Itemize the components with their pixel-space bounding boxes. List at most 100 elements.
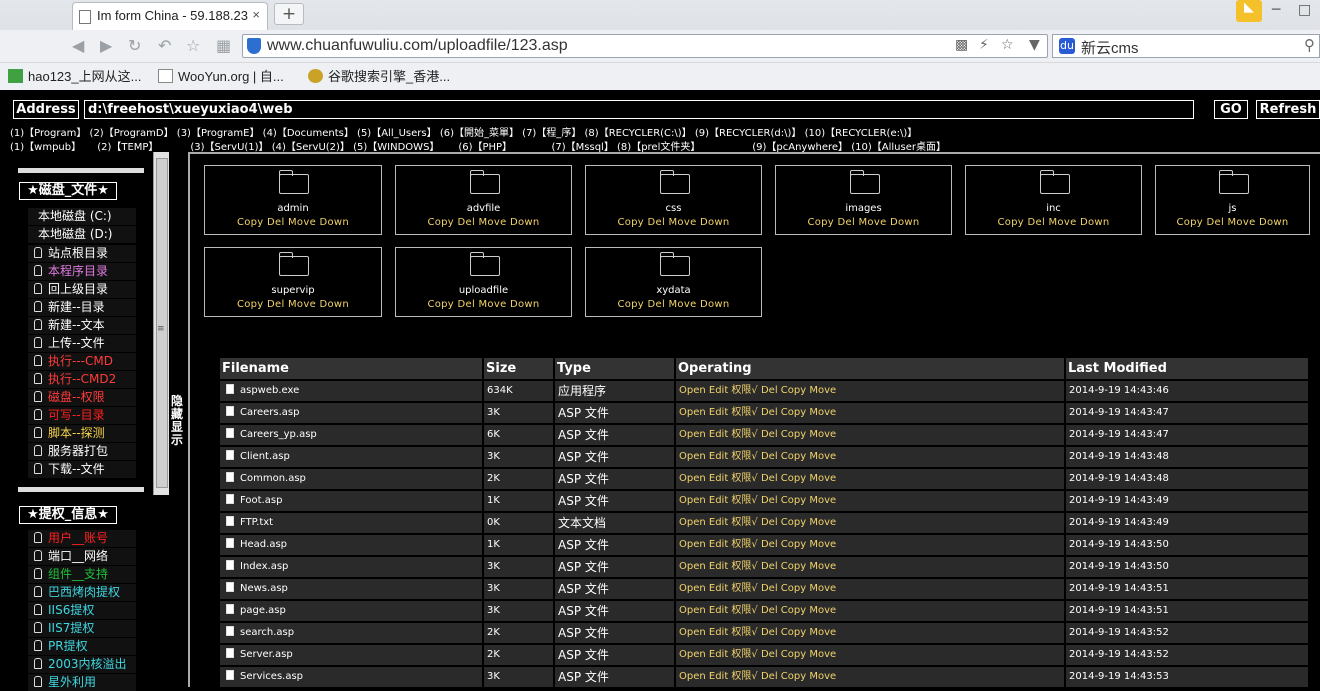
filename[interactable]: Client.asp xyxy=(240,451,290,462)
sidebar-item[interactable]: 新建--文本 xyxy=(28,317,136,334)
operations-cell[interactable]: Open Edit 权限√ Del Copy Move xyxy=(676,557,1064,577)
sidebar-item[interactable]: 用户__账号 xyxy=(28,530,136,547)
folder-tile[interactable]: css Copy Del Move Down xyxy=(585,165,762,235)
sidebar-item[interactable]: 执行---CMD xyxy=(28,353,136,370)
quick-link[interactable]: (4)【Documents】 xyxy=(263,124,354,139)
bookmark-wooyun[interactable]: WooYun.org | 自... xyxy=(158,66,284,85)
bookmark-hao123[interactable]: hao123_上网从这... xyxy=(8,66,141,85)
operations-cell[interactable]: Open Edit 权限√ Del Copy Move xyxy=(676,623,1064,643)
filename-cell[interactable]: page.asp xyxy=(220,601,482,621)
folder-name[interactable]: admin xyxy=(205,203,381,214)
folder-name[interactable]: xydata xyxy=(586,285,761,296)
quick-link[interactable]: (9)【pcAnywhere】 xyxy=(752,138,848,153)
quick-link[interactable]: (8)【prel文件夹】 xyxy=(617,138,749,153)
sidebar-item[interactable]: 巴西烤肉提权 xyxy=(28,584,136,601)
sidebar-item[interactable]: 回上级目录 xyxy=(28,281,136,298)
refresh-button[interactable]: Refresh xyxy=(1256,100,1320,119)
filename-cell[interactable]: News.asp xyxy=(220,579,482,599)
quick-link[interactable]: (1)【Program】 xyxy=(10,124,86,139)
filename[interactable]: FTP.txt xyxy=(240,517,273,528)
qr-icon[interactable]: ▩ xyxy=(955,37,968,53)
undo-icon[interactable]: ↶ xyxy=(158,36,171,55)
folder-tile[interactable]: supervip Copy Del Move Down xyxy=(204,247,382,317)
maximize-icon[interactable]: □ xyxy=(1298,2,1311,18)
operations-cell[interactable]: Open Edit 权限√ Del Copy Move xyxy=(676,513,1064,533)
operations-cell[interactable]: Open Edit 权限√ Del Copy Move xyxy=(676,447,1064,467)
folder-name[interactable]: js xyxy=(1156,203,1309,214)
operations-cell[interactable]: Open Edit 权限√ Del Copy Move xyxy=(676,535,1064,555)
operations-cell[interactable]: Open Edit 权限√ Del Copy Move xyxy=(676,403,1064,423)
quick-link[interactable]: (8)【RECYCLER(C:\)】 xyxy=(585,124,692,139)
quick-link[interactable]: (4)【ServU(2)】 xyxy=(272,138,350,153)
filename[interactable]: News.asp xyxy=(240,583,288,594)
filename[interactable]: search.asp xyxy=(240,627,294,638)
quick-link[interactable]: (7)【程_序】 xyxy=(522,124,581,139)
filename[interactable]: aspweb.exe xyxy=(240,385,299,396)
sidebar-item[interactable]: IIS7提权 xyxy=(28,620,136,637)
disk-c-link[interactable]: 本地磁盘 (C:) xyxy=(28,208,136,225)
address-bar[interactable]: www.chuanfuwuliu.com/uploadfile/123.asp … xyxy=(242,34,1048,58)
folder-actions[interactable]: Copy Del Move Down xyxy=(396,299,571,310)
search-box[interactable]: du 新云cms ⚲ xyxy=(1052,34,1320,58)
go-button[interactable]: GO xyxy=(1214,100,1248,119)
folder-tile[interactable]: uploadfile Copy Del Move Down xyxy=(395,247,572,317)
tab-close-icon[interactable]: × xyxy=(252,7,260,22)
hide-show-toggle[interactable]: 隐藏 显示 xyxy=(169,395,185,447)
url-text[interactable]: www.chuanfuwuliu.com/uploadfile/123.asp xyxy=(267,37,568,55)
filename[interactable]: Careers_yp.asp xyxy=(240,429,317,440)
sidebar-item[interactable]: 2003内核溢出 xyxy=(28,656,136,673)
quick-link[interactable]: (3)【ProgramE】 xyxy=(177,124,260,139)
operations-cell[interactable]: Open Edit 权限√ Del Copy Move xyxy=(676,667,1064,687)
folder-actions[interactable]: Copy Del Move Down xyxy=(396,217,571,228)
filename[interactable]: Index.asp xyxy=(240,561,288,572)
folder-name[interactable]: uploadfile xyxy=(396,285,571,296)
disk-d-link[interactable]: 本地磁盘 (D:) xyxy=(28,226,136,243)
sidebar-item[interactable]: 星外利用 xyxy=(28,674,136,691)
folder-tile[interactable]: admin Copy Del Move Down xyxy=(204,165,382,235)
folder-tile[interactable]: advfile Copy Del Move Down xyxy=(395,165,572,235)
quick-link[interactable]: (3)【ServU(1)】 xyxy=(190,138,268,153)
minimize-icon[interactable]: ─ xyxy=(1272,2,1280,18)
sidebar-item[interactable]: 执行--CMD2 xyxy=(28,371,136,388)
filename-cell[interactable]: Index.asp xyxy=(220,557,482,577)
quick-link[interactable]: (6)【PHP】 xyxy=(458,138,548,153)
lightning-icon[interactable]: ⚡ xyxy=(979,37,989,53)
sidebar-item[interactable]: 脚本--探测 xyxy=(28,425,136,442)
folder-name[interactable]: advfile xyxy=(396,203,571,214)
quick-link[interactable]: (6)【開始_菜單】 xyxy=(440,124,519,139)
folder-actions[interactable]: Copy Del Move Down xyxy=(586,217,761,228)
quick-link[interactable]: (2)【TEMP】 xyxy=(97,138,187,153)
folder-name[interactable]: css xyxy=(586,203,761,214)
filename[interactable]: Head.asp xyxy=(240,539,287,550)
sidebar-item[interactable]: 端口__网络 xyxy=(28,548,136,565)
filename[interactable]: Common.asp xyxy=(240,473,306,484)
quick-link[interactable]: (10)【RECYCLER(e:\)】 xyxy=(805,124,918,139)
operations-cell[interactable]: Open Edit 权限√ Del Copy Move xyxy=(676,381,1064,401)
skin-icon[interactable]: ◣ xyxy=(1236,0,1262,22)
folder-name[interactable]: images xyxy=(776,203,951,214)
folder-actions[interactable]: Copy Del Move Down xyxy=(205,299,381,310)
filename-cell[interactable]: search.asp xyxy=(220,623,482,643)
sidebar-item[interactable]: 新建--目录 xyxy=(28,299,136,316)
folder-tile[interactable]: inc Copy Del Move Down xyxy=(965,165,1142,235)
quick-link[interactable]: (10)【Alluser桌面】 xyxy=(851,138,946,153)
search-engine-icon[interactable]: du xyxy=(1059,38,1075,54)
folder-actions[interactable]: Copy Del Move Down xyxy=(776,217,951,228)
filename-cell[interactable]: Services.asp xyxy=(220,667,482,687)
quick-link[interactable]: (2)【ProgramD】 xyxy=(90,124,174,139)
new-tab-button[interactable]: + xyxy=(274,3,304,25)
sidebar-item[interactable]: 磁盘--权限 xyxy=(28,389,136,406)
filename-cell[interactable]: Foot.asp xyxy=(220,491,482,511)
folder-name[interactable]: supervip xyxy=(205,285,381,296)
operations-cell[interactable]: Open Edit 权限√ Del Copy Move xyxy=(676,469,1064,489)
operations-cell[interactable]: Open Edit 权限√ Del Copy Move xyxy=(676,579,1064,599)
search-text[interactable]: 新云cms xyxy=(1081,37,1139,58)
back-icon[interactable]: ◀ xyxy=(72,36,84,55)
folder-tile[interactable]: xydata Copy Del Move Down xyxy=(585,247,762,317)
dropdown-icon[interactable]: ▼ xyxy=(1029,37,1040,53)
left-scrollbar[interactable]: ≡ xyxy=(153,152,169,495)
filename-cell[interactable]: Head.asp xyxy=(220,535,482,555)
search-icon[interactable]: ⚲ xyxy=(1304,36,1315,54)
filename-cell[interactable]: Careers.asp xyxy=(220,403,482,423)
quick-link[interactable]: (1)【wmpub】 xyxy=(10,138,94,153)
